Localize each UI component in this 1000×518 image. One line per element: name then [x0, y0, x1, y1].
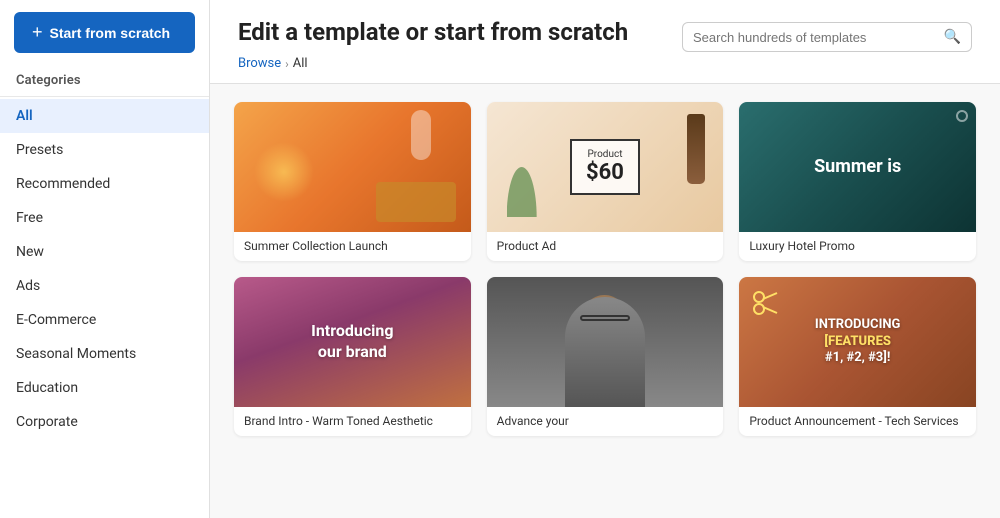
search-box: 🔍	[682, 22, 972, 52]
sidebar-item-ads[interactable]: Ads	[0, 269, 209, 303]
template-card-brand[interactable]: Introducingour brand Brand Intro - Warm …	[234, 277, 471, 436]
templates-area: Summer Collection Launch Product $60 Pro…	[210, 84, 1000, 518]
sidebar-item-corporate[interactable]: Corporate	[0, 405, 209, 439]
sun-shape	[254, 142, 314, 202]
template-card-product[interactable]: Product $60 Product Ad	[487, 102, 724, 261]
brand-intro-text: Introducingour brand	[311, 321, 393, 363]
sidebar-item-recommended[interactable]: Recommended	[0, 167, 209, 201]
sidebar-item-ecommerce[interactable]: E-Commerce	[0, 303, 209, 337]
person-body-shape	[565, 297, 645, 407]
product-price-box: Product $60	[570, 139, 640, 195]
template-thumb-brand: Introducingour brand	[234, 277, 471, 407]
template-card-summer[interactable]: Summer Collection Launch	[234, 102, 471, 261]
breadcrumb-browse-link[interactable]: Browse	[238, 56, 281, 71]
template-label-product: Product Ad	[487, 232, 724, 261]
template-card-person[interactable]: Advance your	[487, 277, 724, 436]
template-label-hotel: Luxury Hotel Promo	[739, 232, 976, 261]
breadcrumb-current: All	[293, 56, 308, 71]
breadcrumb-chevron: ›	[285, 57, 289, 71]
template-label-summer: Summer Collection Launch	[234, 232, 471, 261]
template-label-brand: Brand Intro - Warm Toned Aesthetic	[234, 407, 471, 436]
main-header: Edit a template or start from scratch 🔍 …	[210, 0, 1000, 84]
sidebar-item-new[interactable]: New	[0, 235, 209, 269]
search-icon: 🔍	[944, 29, 961, 45]
sidebar-item-all[interactable]: All	[0, 99, 209, 133]
sidebar-divider	[0, 96, 209, 97]
sidebar-item-education[interactable]: Education	[0, 371, 209, 405]
header-row: Edit a template or start from scratch 🔍	[238, 18, 972, 56]
template-card-features[interactable]: INTRODUCING [FEATURES #1, #2, #3]! Produ…	[739, 277, 976, 436]
template-thumb-features: INTRODUCING [FEATURES #1, #2, #3]!	[739, 277, 976, 407]
hotel-big-text: Summer is	[814, 156, 901, 178]
start-from-scratch-button[interactable]: + Start from scratch	[14, 12, 195, 53]
sidebar-item-seasonal[interactable]: Seasonal Moments	[0, 337, 209, 371]
hotel-text-box: Summer is	[814, 156, 901, 178]
summer-person-shape	[411, 110, 431, 160]
search-input[interactable]	[693, 30, 938, 45]
features-text: INTRODUCING [FEATURES #1, #2, #3]!	[815, 317, 901, 368]
product-price: $60	[586, 160, 624, 185]
template-thumb-hotel: Summer is	[739, 102, 976, 232]
product-text: Product	[586, 149, 624, 160]
product-bottle-shape	[687, 114, 705, 184]
features-bracket: [FEATURES	[824, 334, 891, 349]
sidebar-item-presets[interactable]: Presets	[0, 133, 209, 167]
templates-grid: Summer Collection Launch Product $60 Pro…	[234, 102, 976, 436]
person-glasses-shape	[580, 315, 630, 321]
template-thumb-product: Product $60	[487, 102, 724, 232]
hotel-icon-shape	[956, 110, 968, 122]
start-button-label: Start from scratch	[50, 25, 171, 41]
template-card-hotel[interactable]: Summer is Luxury Hotel Promo	[739, 102, 976, 261]
template-thumb-summer	[234, 102, 471, 232]
template-label-person: Advance your	[487, 407, 724, 436]
breadcrumb: Browse › All	[238, 56, 972, 71]
sidebar: + Start from scratch Categories All Pres…	[0, 0, 210, 518]
features-scissors-shape	[751, 289, 781, 319]
page-title: Edit a template or start from scratch	[238, 18, 628, 46]
categories-heading: Categories	[0, 65, 209, 94]
summer-car-shape	[376, 182, 456, 222]
sidebar-item-free[interactable]: Free	[0, 201, 209, 235]
product-leaf-shape	[507, 167, 537, 217]
template-label-features: Product Announcement - Tech Services	[739, 407, 976, 436]
main-content: Edit a template or start from scratch 🔍 …	[210, 0, 1000, 518]
template-thumb-person	[487, 277, 724, 407]
plus-icon: +	[32, 22, 43, 43]
